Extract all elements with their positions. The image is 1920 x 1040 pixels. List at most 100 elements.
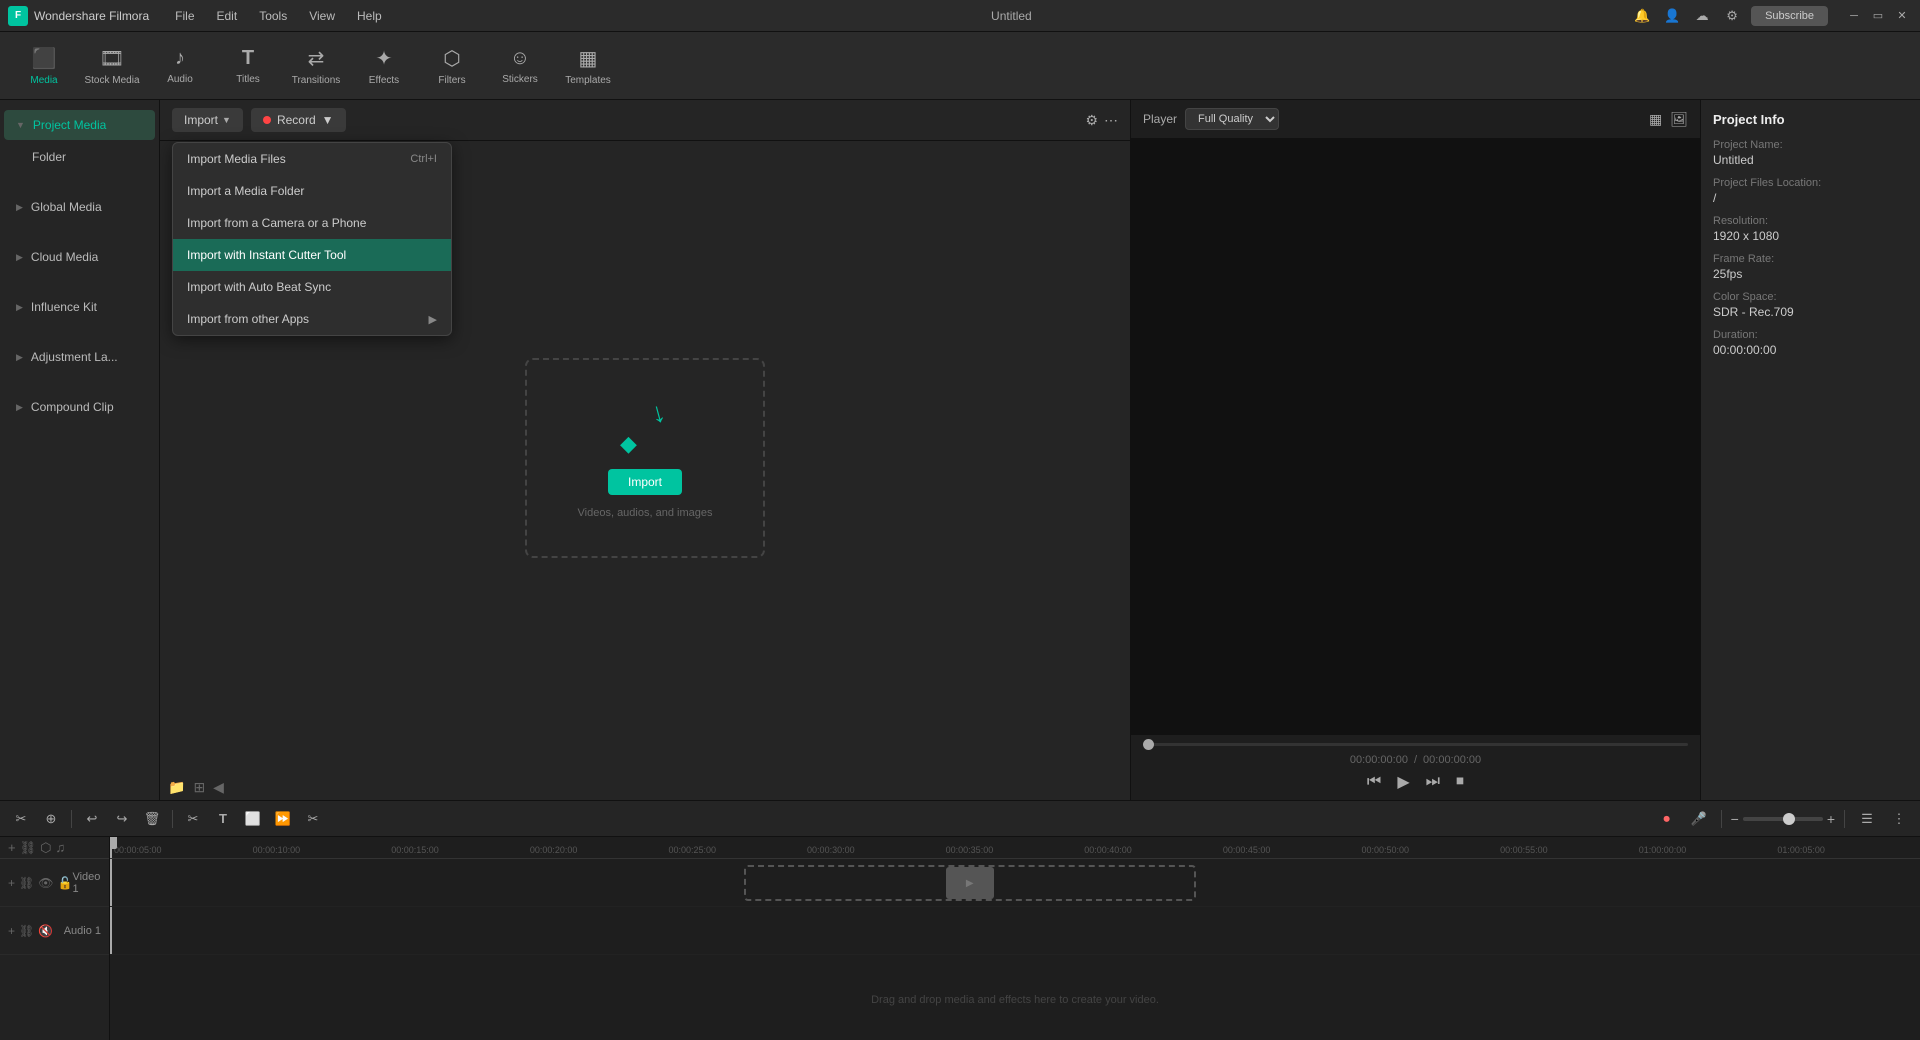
tl-tool-audio-adjust[interactable]: ✂: [300, 806, 326, 832]
progress-thumb[interactable]: [1143, 739, 1154, 750]
toolbar-transitions[interactable]: ⇄ Transitions: [284, 36, 348, 96]
account-icon[interactable]: 👤: [1661, 5, 1683, 27]
cloud-icon[interactable]: ☁: [1691, 5, 1713, 27]
sidebar-item-global-media[interactable]: ▶ Global Media: [4, 192, 155, 222]
notification-icon[interactable]: 🔔: [1631, 5, 1653, 27]
player-skip-back-button[interactable]: ⏮: [1367, 773, 1381, 791]
toolbar-filters[interactable]: ⬡ Filters: [420, 36, 484, 96]
drop-zone[interactable]: ↓ ◆ Import Videos, audios, and images: [525, 358, 765, 558]
zoom-out-icon[interactable]: −: [1731, 811, 1739, 827]
project-info-title: Project Info: [1713, 112, 1908, 127]
filter-icon[interactable]: ⚙: [1085, 112, 1098, 129]
timeline-audio-row[interactable]: [110, 907, 1920, 955]
menu-view[interactable]: View: [299, 5, 345, 27]
toolbar-media[interactable]: ⬛ Media: [12, 36, 76, 96]
record-chevron-icon: ▼: [322, 113, 334, 127]
tl-record-icon[interactable]: ⏺: [1654, 806, 1680, 832]
import-media-button[interactable]: Import: [608, 469, 682, 495]
project-info-panel: Project Info Project Name: Untitled Proj…: [1700, 100, 1920, 800]
menu-file[interactable]: File: [165, 5, 204, 27]
maximize-button[interactable]: ▭: [1868, 6, 1888, 26]
tl-tool-speed[interactable]: ⏩: [270, 806, 296, 832]
timeline-track-labels: + ⛓ ⬡ ♫ + ⛓ 👁 🔓 Video 1 + ⛓ 🔇: [0, 837, 110, 1040]
close-button[interactable]: ✕: [1892, 6, 1912, 26]
track-video1-link-icon[interactable]: ⛓: [19, 876, 34, 890]
progress-track[interactable]: [1143, 743, 1688, 746]
tl-tool-text[interactable]: T: [210, 806, 236, 832]
stock-media-icon: 🎞: [99, 46, 124, 71]
dropdown-import-camera-phone[interactable]: Import from a Camera or a Phone: [173, 207, 451, 239]
grid-layout-icon[interactable]: ▦: [1649, 111, 1662, 128]
tl-tool-delete[interactable]: 🗑: [139, 806, 165, 832]
menu-tools[interactable]: Tools: [249, 5, 297, 27]
player-stop-button[interactable]: ⏹: [1456, 773, 1464, 791]
player-skip-forward-button[interactable]: ⏭: [1426, 773, 1440, 791]
minimize-button[interactable]: ─: [1844, 6, 1864, 26]
grid-view-icon[interactable]: ⊞: [193, 779, 205, 796]
tl-tool-magnet[interactable]: ⊕: [38, 806, 64, 832]
tl-separator-2: [172, 810, 173, 828]
zoom-in-icon[interactable]: +: [1827, 811, 1835, 827]
track-label-audio1: + ⛓ 🔇 Audio 1: [0, 907, 109, 955]
tl-mic-icon[interactable]: 🎤: [1686, 806, 1712, 832]
track-video1-visibility-icon[interactable]: 👁: [38, 876, 53, 890]
project-duration-value: 00:00:00:00: [1713, 343, 1908, 357]
track-audio1-label: Audio 1: [64, 925, 101, 937]
sidebar-item-compound-clip[interactable]: ▶ Compound Clip: [4, 392, 155, 422]
toolbar-titles[interactable]: T Titles: [216, 36, 280, 96]
timeline-ruler[interactable]: 00:00:05:00 00:00:10:00 00:00:15:00 00:0…: [110, 837, 1920, 859]
tl-tool-undo[interactable]: ↩: [79, 806, 105, 832]
track-audio1-add-icon[interactable]: +: [8, 924, 15, 938]
dropdown-import-other-apps[interactable]: Import from other Apps ▶: [173, 303, 451, 335]
toolbar-audio[interactable]: ♪ Audio: [148, 36, 212, 96]
track-audio1-mute-icon[interactable]: 🔇: [38, 924, 53, 938]
import-button[interactable]: Import ▼: [172, 108, 243, 132]
tl-list-icon[interactable]: ☰: [1854, 806, 1880, 832]
link-icon[interactable]: ⛓: [20, 840, 37, 856]
record-button[interactable]: Record ▼: [251, 108, 346, 132]
toolbar-stickers[interactable]: ☺ Stickers: [488, 36, 552, 96]
track-video1-add-icon[interactable]: +: [8, 876, 15, 890]
quality-select[interactable]: Full Quality: [1185, 108, 1279, 130]
player-progress-bar[interactable]: [1143, 743, 1688, 746]
tl-more-icon[interactable]: ⋮: [1886, 806, 1912, 832]
record-button-label: Record: [277, 113, 316, 127]
sidebar-item-cloud-media[interactable]: ▶ Cloud Media: [4, 242, 155, 272]
menu-help[interactable]: Help: [347, 5, 392, 27]
tl-tool-cut[interactable]: ✂: [180, 806, 206, 832]
sidebar-item-influence-kit[interactable]: ▶ Influence Kit: [4, 292, 155, 322]
player-play-button[interactable]: ▶: [1397, 772, 1409, 792]
group-icon[interactable]: ⬡: [40, 840, 51, 856]
timeline-video-row[interactable]: ▶: [110, 859, 1920, 907]
tl-tool-split[interactable]: ✂: [8, 806, 34, 832]
toolbar-templates[interactable]: ▦ Templates: [556, 36, 620, 96]
audio-track-icon[interactable]: ♫: [55, 840, 65, 855]
menu-edit[interactable]: Edit: [207, 5, 248, 27]
sidebar-item-folder[interactable]: Folder: [4, 142, 155, 172]
track-video1-lock-icon[interactable]: 🔓: [57, 876, 72, 890]
dropdown-import-media-files[interactable]: Import Media Files Ctrl+I: [173, 143, 451, 175]
tl-tool-crop[interactable]: ⬜: [240, 806, 266, 832]
add-track-icon[interactable]: +: [8, 840, 16, 855]
settings-icon[interactable]: ⚙: [1721, 5, 1743, 27]
screenshot-icon[interactable]: 🖼: [1670, 111, 1688, 128]
collapse-icon[interactable]: ◀: [213, 779, 224, 796]
zoom-slider-thumb: [1783, 813, 1795, 825]
sidebar-item-adjustment[interactable]: ▶ Adjustment La...: [4, 342, 155, 372]
dropdown-import-media-folder[interactable]: Import a Media Folder: [173, 175, 451, 207]
toolbar-stock-media[interactable]: 🎞 Stock Media: [80, 36, 144, 96]
more-options-icon[interactable]: ⋯: [1104, 112, 1118, 129]
playhead-handle[interactable]: [110, 837, 117, 849]
zoom-slider[interactable]: [1743, 817, 1823, 821]
sidebar-item-project-media[interactable]: ▼ Project Media: [4, 110, 155, 140]
toolbar-titles-label: Titles: [236, 74, 260, 85]
add-folder-icon[interactable]: 📁: [168, 779, 185, 796]
track-audio1-link-icon[interactable]: ⛓: [19, 924, 34, 938]
sidebar-section-global: ▶ Global Media: [0, 182, 159, 232]
toolbar-effects[interactable]: ✦ Effects: [352, 36, 416, 96]
dropdown-import-auto-beat-sync[interactable]: Import with Auto Beat Sync: [173, 271, 451, 303]
subscribe-button[interactable]: Subscribe: [1751, 6, 1828, 26]
dropdown-import-instant-cutter[interactable]: Import with Instant Cutter Tool: [173, 239, 451, 271]
timeline-content-area: 00:00:05:00 00:00:10:00 00:00:15:00 00:0…: [110, 837, 1920, 1040]
tl-tool-redo[interactable]: ↪: [109, 806, 135, 832]
